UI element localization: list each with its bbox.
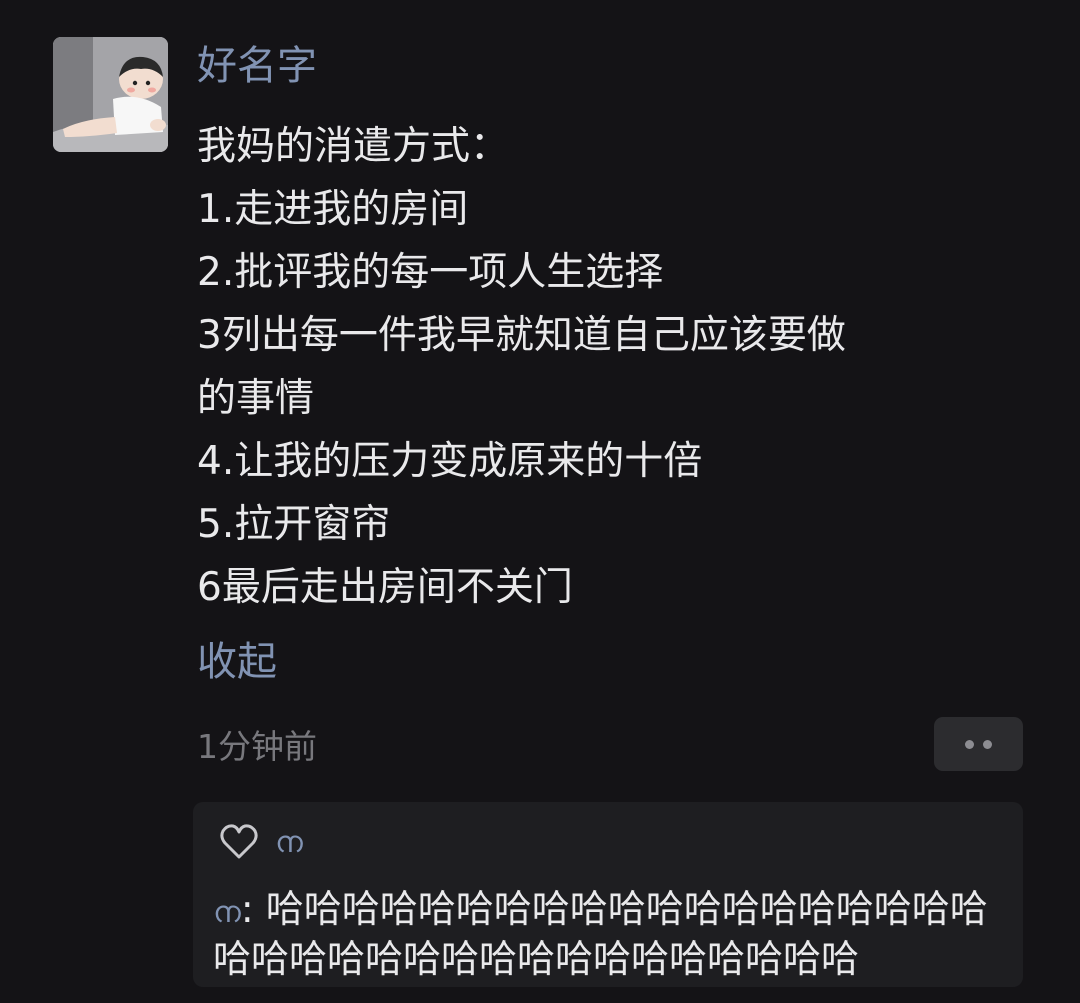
collapse-link[interactable]: 收起 [197, 632, 277, 692]
content-line: 1.走进我的房间 [197, 187, 469, 232]
interaction-panel: ന ന: 哈哈哈哈哈哈哈哈哈哈哈哈哈哈哈哈哈哈哈哈哈哈哈哈哈哈哈哈哈哈哈哈哈哈哈… [193, 802, 1023, 987]
comment: ന: 哈哈哈哈哈哈哈哈哈哈哈哈哈哈哈哈哈哈哈哈哈哈哈哈哈哈哈哈哈哈哈哈哈哈哈哈 [213, 886, 1013, 983]
content-line: 3列出每一件我早就知道自己应该要做 [197, 313, 846, 358]
content-line: 的事情 [197, 376, 315, 421]
baby-avatar-image [53, 37, 168, 152]
comment-separator: : [240, 887, 266, 931]
like-row: ന [219, 820, 303, 864]
content-line: 2.批评我的每一项人生选择 [197, 250, 664, 295]
comment-author[interactable]: ന [213, 895, 241, 930]
more-button[interactable] [934, 717, 1023, 771]
content-line: 6最后走出房间不关门 [197, 565, 573, 610]
username[interactable]: 好名字 [197, 38, 317, 94]
content-line: 5.拉开窗帘 [197, 502, 391, 547]
more-dots-icon [965, 739, 992, 749]
avatar[interactable] [53, 37, 168, 152]
liker-name[interactable]: ന [275, 825, 303, 860]
comment-text: 哈哈哈哈哈哈哈哈哈哈哈哈哈哈哈哈哈哈哈哈哈哈哈哈哈哈哈哈哈哈哈哈哈哈哈哈 [213, 887, 988, 981]
post-timestamp: 1分钟前 [197, 727, 317, 766]
content-line: 我妈的消遣方式： [197, 124, 510, 169]
content-line: 4.让我的压力变成原来的十倍 [197, 439, 703, 484]
heart-outline-icon[interactable] [219, 823, 259, 861]
post-content: 我妈的消遣方式： 1.走进我的房间 2.批评我的每一项人生选择 3列出每一件我早… [197, 115, 1027, 619]
